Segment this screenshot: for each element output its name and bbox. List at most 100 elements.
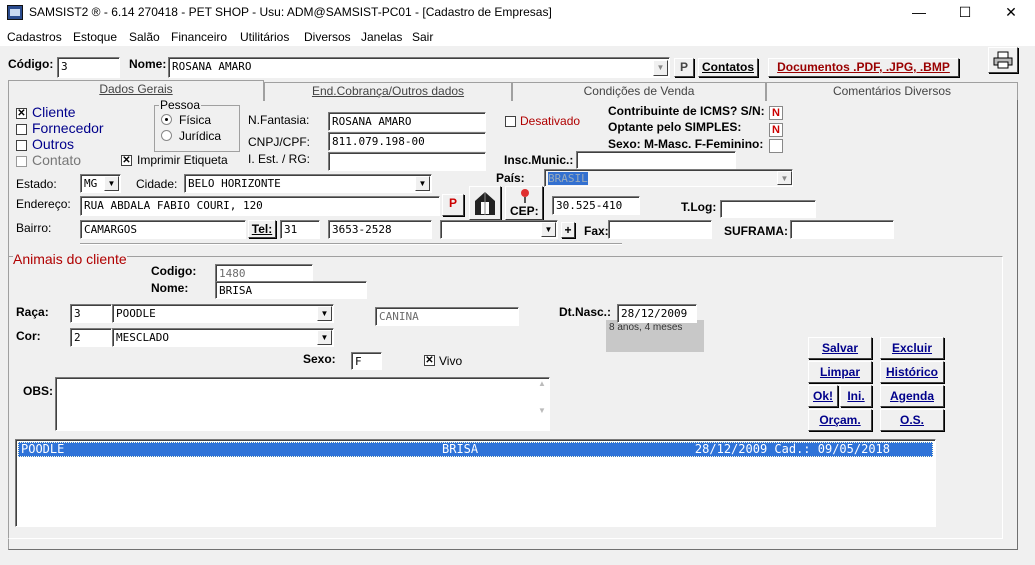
- menu-diversos[interactable]: Diversos: [304, 30, 351, 44]
- tlog-input[interactable]: [720, 200, 816, 218]
- cliente-checkbox[interactable]: ✕: [16, 108, 27, 119]
- fornecedor-checkbox[interactable]: [16, 124, 27, 135]
- excluir-button[interactable]: Excluir: [880, 337, 944, 359]
- tab-end-cobranca[interactable]: End.Cobrança/Outros dados: [264, 82, 512, 101]
- list-item[interactable]: POODLE BRISA 28/12/2009 Cad.: 09/05/2018: [18, 442, 933, 457]
- especie-input[interactable]: CANINA: [375, 307, 519, 326]
- tel-input[interactable]: 3653-2528: [328, 220, 432, 239]
- obs-scrollbar[interactable]: ▲ ▼: [535, 379, 549, 429]
- close-button[interactable]: ✕: [988, 0, 1034, 24]
- endereco-p-button[interactable]: P: [442, 194, 464, 216]
- nome-p-button[interactable]: P: [674, 58, 694, 77]
- raca-select[interactable]: POODLE: [112, 304, 334, 323]
- limpar-button[interactable]: Limpar: [808, 361, 872, 383]
- desativado-label: Desativado: [520, 114, 581, 128]
- cor-dropdown[interactable]: ▼: [317, 330, 332, 345]
- animal-codigo-input[interactable]: 1480: [215, 264, 313, 282]
- tab-dados-gerais-label: Dados Gerais: [99, 82, 173, 96]
- raca-codigo-input[interactable]: 3: [70, 304, 112, 323]
- nome-input[interactable]: ROSANA AMARO: [168, 57, 670, 78]
- add-phone-button[interactable]: +: [561, 222, 575, 238]
- fax-input[interactable]: [608, 220, 712, 239]
- pais-input[interactable]: BRASIL: [544, 169, 793, 187]
- cnpj-input[interactable]: 811.079.198-00: [328, 132, 486, 151]
- tel-button[interactable]: Tel:: [248, 220, 276, 238]
- fisica-radio[interactable]: [161, 114, 172, 125]
- icms-input[interactable]: N: [769, 106, 783, 120]
- ddd-input[interactable]: 31: [280, 220, 320, 239]
- printer-button[interactable]: [988, 47, 1018, 73]
- documentos-label: Documentos .PDF, .JPG, .BMP: [777, 60, 950, 74]
- juridica-radio[interactable]: [161, 130, 172, 141]
- ok-button[interactable]: Ok!: [808, 385, 838, 407]
- raca-dropdown[interactable]: ▼: [317, 306, 332, 321]
- cidade-select[interactable]: BELO HORIZONTE: [184, 174, 432, 193]
- dtnasc-input[interactable]: 28/12/2009: [617, 304, 697, 323]
- os-button[interactable]: O.S.: [880, 409, 944, 431]
- historico-button[interactable]: Histórico: [880, 361, 944, 383]
- fantasia-input[interactable]: ROSANA AMARO: [328, 112, 486, 131]
- tab-condicoes-venda[interactable]: Condições de Venda: [512, 82, 766, 101]
- cidade-dropdown[interactable]: ▼: [415, 176, 430, 191]
- menu-janelas[interactable]: Janelas: [361, 30, 402, 44]
- agenda-button[interactable]: Agenda: [880, 385, 944, 407]
- agenda-label: Agenda: [889, 389, 934, 403]
- simples-input[interactable]: N: [769, 123, 783, 137]
- correios-button[interactable]: [469, 186, 501, 220]
- menu-estoque[interactable]: Estoque: [73, 30, 117, 44]
- outros-checkbox[interactable]: [16, 140, 27, 151]
- tel-label: Tel:: [251, 222, 273, 236]
- outros-label: Outros: [32, 136, 75, 152]
- cliente-label: Cliente: [32, 104, 76, 120]
- animal-sexo-input[interactable]: F: [351, 352, 382, 370]
- suframa-input[interactable]: [790, 220, 894, 239]
- animais-list[interactable]: POODLE BRISA 28/12/2009 Cad.: 09/05/2018: [15, 439, 936, 527]
- ini-button[interactable]: Ini.: [840, 385, 872, 407]
- desativado-checkbox[interactable]: [505, 116, 516, 127]
- contatos-button[interactable]: Contatos: [698, 58, 758, 77]
- tab-dados-gerais[interactable]: Dados Gerais: [8, 80, 264, 101]
- menu-utilitarios[interactable]: Utilitários: [240, 30, 289, 44]
- cep-input[interactable]: 30.525-410: [552, 196, 640, 215]
- endereco-input[interactable]: RUA ABDALA FABIO COURI, 120: [80, 196, 440, 216]
- munic-label: Insc.Munic.:: [504, 153, 574, 167]
- estado-label: Estado:: [16, 177, 57, 191]
- codigo-input[interactable]: 3: [57, 57, 120, 78]
- icms-label: Contribuinte de ICMS? S/N:: [608, 104, 765, 118]
- pais-label: País:: [496, 171, 525, 185]
- cor-select[interactable]: MESCLADO: [112, 328, 334, 347]
- maximize-button[interactable]: ☐: [942, 0, 988, 24]
- munic-input[interactable]: [576, 151, 736, 169]
- animal-nome-input[interactable]: BRISA: [215, 281, 367, 299]
- menu-salao[interactable]: Salão: [129, 30, 160, 44]
- ie-input[interactable]: [328, 152, 486, 171]
- documentos-button[interactable]: Documentos .PDF, .JPG, .BMP: [768, 58, 959, 77]
- tab-end-cobranca-label: End.Cobrança/Outros dados: [311, 84, 465, 98]
- fax-label: Fax:: [584, 224, 609, 238]
- menu-sair[interactable]: Sair: [412, 30, 433, 44]
- tel-type-dropdown[interactable]: ▼: [541, 222, 556, 237]
- nome-dropdown[interactable]: ▼: [653, 60, 668, 76]
- vivo-checkbox[interactable]: ✕: [424, 355, 435, 366]
- menu-financeiro[interactable]: Financeiro: [171, 30, 227, 44]
- menu-cadastros[interactable]: Cadastros: [7, 30, 62, 44]
- estado-dropdown[interactable]: ▼: [104, 176, 119, 191]
- cep-button[interactable]: CEP:: [505, 186, 543, 220]
- fantasia-label: N.Fantasia:: [248, 113, 310, 127]
- contato-checkbox[interactable]: [16, 156, 27, 167]
- minimize-button[interactable]: —: [896, 0, 942, 24]
- bairro-input[interactable]: CAMARGOS: [80, 220, 246, 239]
- imprimir-etiqueta-checkbox[interactable]: ✕: [121, 155, 132, 166]
- orcamento-button[interactable]: Orçam.: [808, 409, 872, 431]
- obs-textarea[interactable]: [55, 377, 550, 431]
- imprimir-etiqueta-label: Imprimir Etiqueta: [137, 153, 228, 167]
- list-item-raca: POODLE: [21, 442, 65, 456]
- sexo-input[interactable]: [769, 139, 783, 153]
- tab-comentarios[interactable]: Comentários Diversos: [766, 82, 1018, 101]
- juridica-label: Jurídica: [179, 129, 222, 143]
- orcamento-label: Orçam.: [819, 413, 861, 427]
- fisica-label: Física: [179, 113, 212, 127]
- pais-dropdown[interactable]: ▼: [777, 171, 792, 185]
- salvar-button[interactable]: Salvar: [808, 337, 872, 359]
- cor-codigo-input[interactable]: 2: [70, 328, 112, 347]
